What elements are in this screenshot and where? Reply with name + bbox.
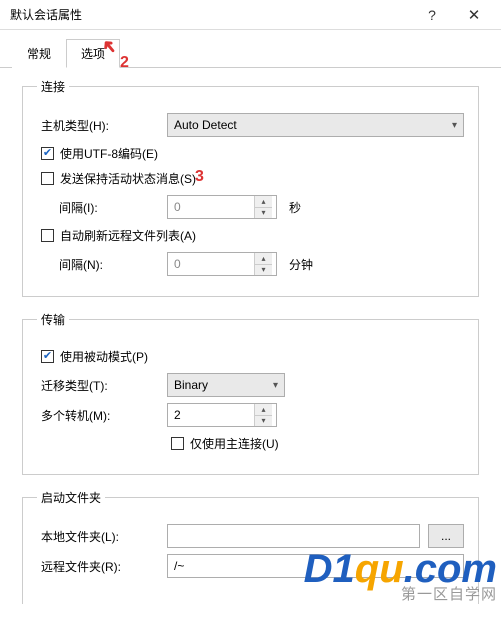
spin-down-icon[interactable]: ▾ [255,265,272,276]
annotation-3: 3 [195,168,204,186]
mainconn-checkbox[interactable] [171,437,184,450]
titlebar: 默认会话属性 ? ✕ [0,0,501,30]
passive-checkbox[interactable]: ✔ [41,350,54,363]
legend-startup: 启动文件夹 [37,489,105,506]
legend-transfer: 传输 [37,311,69,328]
passive-label: 使用被动模式(P) [60,348,148,365]
multi-input[interactable] [168,404,254,426]
utf8-label: 使用UTF-8编码(E) [60,145,158,162]
tab-bar: 常规 选项 ➜ 2 [0,30,501,68]
interval1-input[interactable] [168,196,254,218]
close-button[interactable]: ✕ [453,1,495,29]
autorefresh-checkbox[interactable] [41,229,54,242]
group-connect: 连接 主机类型(H): Auto Detect ▾ ✔ 使用UTF-8编码(E)… [22,78,479,297]
spin-up-icon[interactable]: ▴ [255,404,272,416]
chevron-down-icon: ▾ [273,380,278,391]
browse-button[interactable]: ... [428,524,464,548]
interval2-unit: 分钟 [289,256,313,273]
mainconn-label: 仅使用主连接(U) [190,435,279,452]
host-type-select[interactable]: Auto Detect ▾ [167,113,464,137]
keepalive-checkbox[interactable] [41,172,54,185]
interval2-spinner[interactable]: ▴▾ [167,252,277,276]
spin-down-icon[interactable]: ▾ [255,208,272,219]
interval2-input[interactable] [168,253,254,275]
group-startup: 启动文件夹 本地文件夹(L): ... 远程文件夹(R): /~ [22,489,479,604]
local-folder-label: 本地文件夹(L): [37,528,167,545]
keepalive-label: 发送保持活动状态消息(S) [60,170,196,187]
content-area: 连接 主机类型(H): Auto Detect ▾ ✔ 使用UTF-8编码(E)… [0,68,501,628]
tab-options[interactable]: 选项 [66,39,120,68]
spin-up-icon[interactable]: ▴ [255,196,272,208]
transfer-type-select[interactable]: Binary ▾ [167,373,285,397]
help-button[interactable]: ? [411,1,453,29]
group-transfer: 传输 ✔ 使用被动模式(P) 迁移类型(T): Binary ▾ 多个转机(M)… [22,311,479,475]
host-type-label: 主机类型(H): [37,117,167,134]
spin-up-icon[interactable]: ▴ [255,253,272,265]
remote-folder-label: 远程文件夹(R): [37,558,167,575]
chevron-down-icon: ▾ [452,120,457,131]
interval1-unit: 秒 [289,199,301,216]
spin-down-icon[interactable]: ▾ [255,416,272,427]
window-title: 默认会话属性 [10,6,411,23]
interval1-spinner[interactable]: ▴▾ [167,195,277,219]
tab-general[interactable]: 常规 [12,39,66,68]
multi-spinner[interactable]: ▴▾ [167,403,277,427]
local-folder-input[interactable] [167,524,420,548]
interval2-label: 间隔(N): [37,256,167,273]
multi-label: 多个转机(M): [37,407,167,424]
interval1-label: 间隔(I): [37,199,167,216]
utf8-checkbox[interactable]: ✔ [41,147,54,160]
autorefresh-label: 自动刷新远程文件列表(A) [60,227,196,244]
remote-folder-input[interactable]: /~ [167,554,464,578]
legend-connect: 连接 [37,78,69,95]
transfer-type-label: 迁移类型(T): [37,377,167,394]
